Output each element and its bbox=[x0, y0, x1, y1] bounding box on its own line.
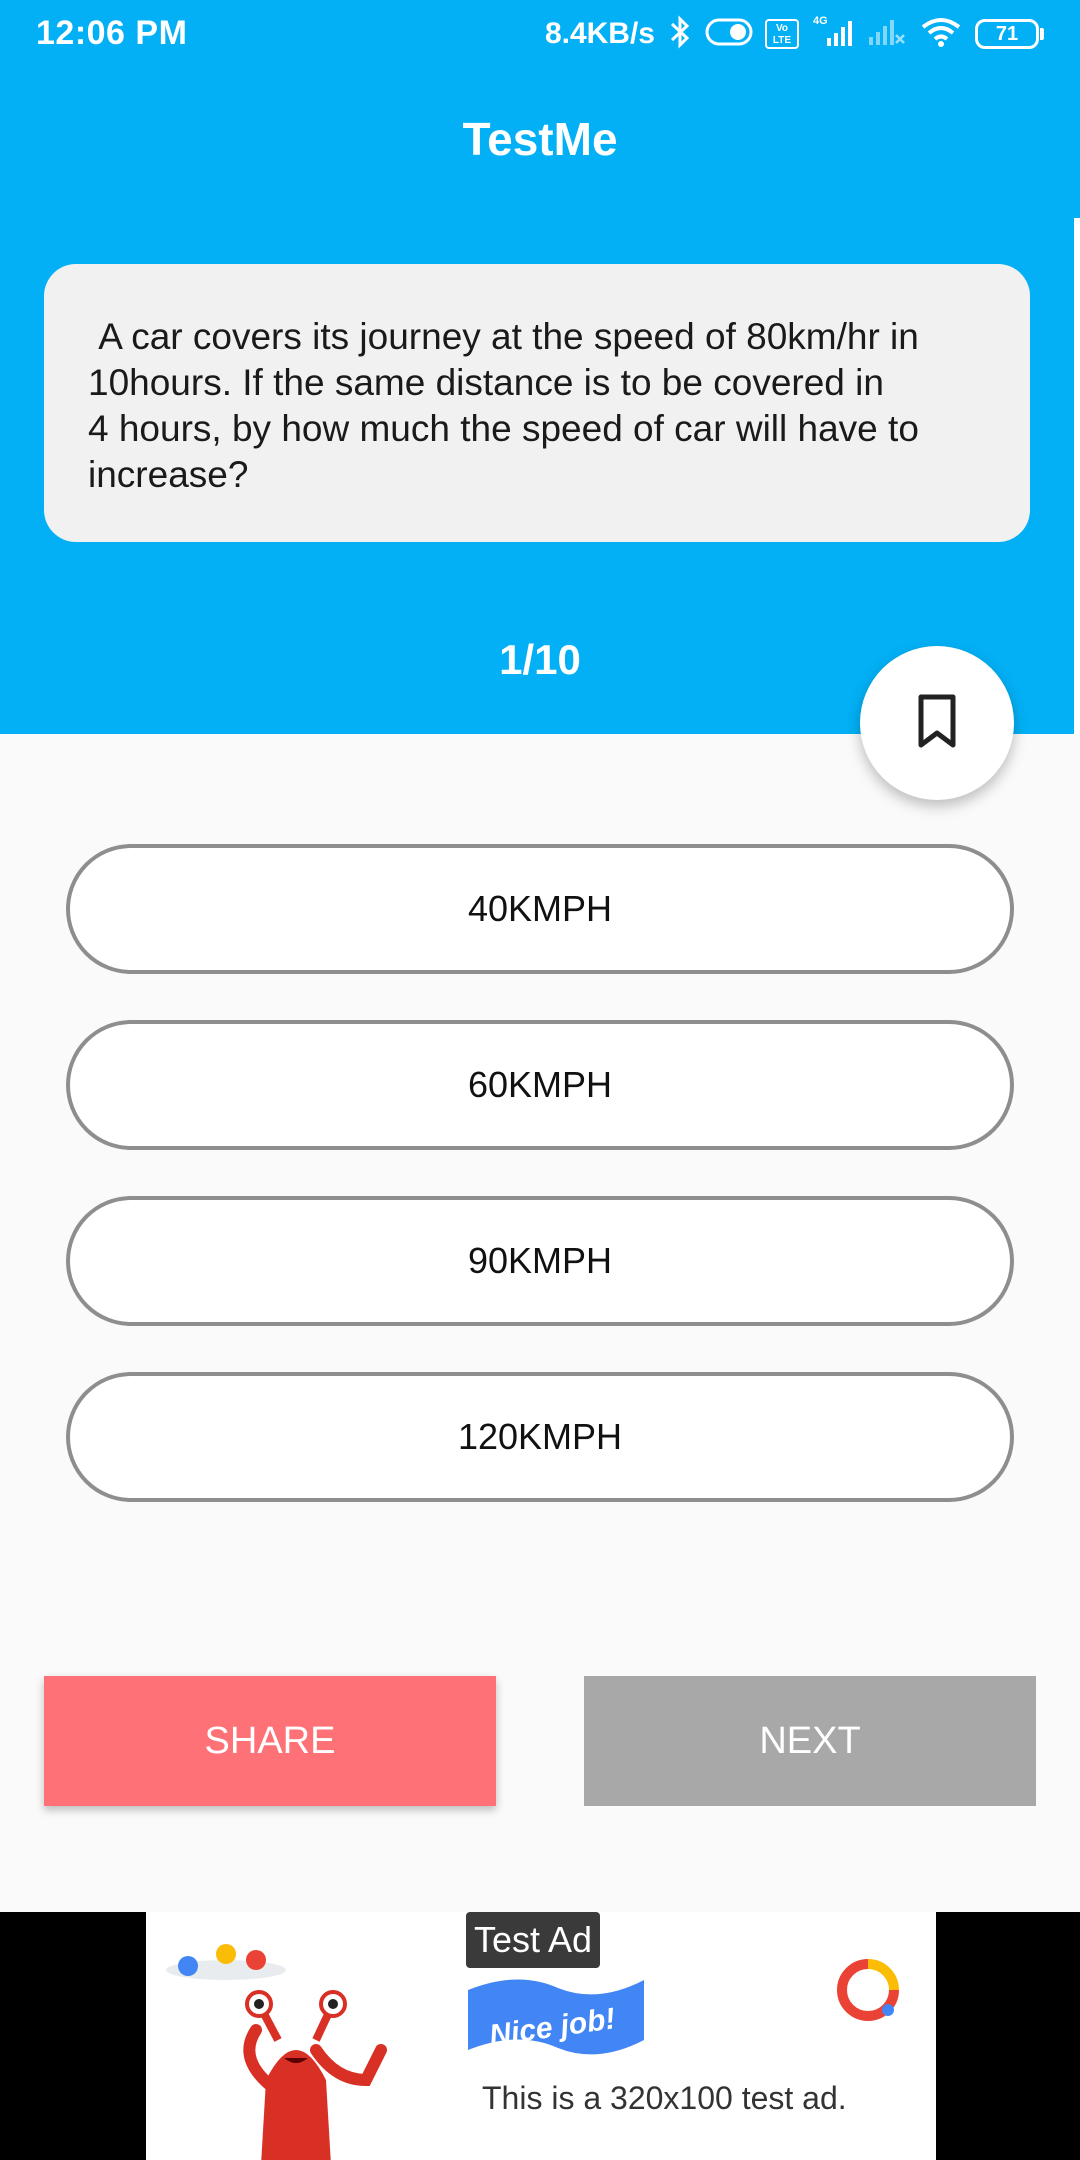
option-button[interactable]: 90KMPH bbox=[66, 1196, 1014, 1326]
bookmark-outline-icon bbox=[915, 693, 959, 754]
monster-illustration-icon bbox=[166, 1930, 466, 2160]
svg-text:4G: 4G bbox=[813, 15, 828, 27]
ad-area: Nice job! Test Ad This is a 320x100 test… bbox=[0, 1912, 1080, 2160]
screen: 12:06 PM 8.4KB/s Vo LTE 4G 71 TestMe A c… bbox=[0, 0, 1080, 2160]
question-text: A car covers its journey at the speed of… bbox=[88, 316, 919, 495]
app-title: TestMe bbox=[462, 113, 618, 165]
toggle-icon bbox=[705, 17, 753, 52]
signal-4g-icon: 4G bbox=[811, 14, 855, 55]
ad-banner[interactable]: Nice job! Test Ad This is a 320x100 test… bbox=[146, 1912, 936, 2160]
status-icons: 8.4KB/s Vo LTE 4G 71 bbox=[545, 12, 1044, 56]
option-button[interactable]: 120KMPH bbox=[66, 1372, 1014, 1502]
answer-options: 40KMPH 60KMPH 90KMPH 120KMPH bbox=[66, 844, 1014, 1548]
volte-icon: Vo LTE bbox=[765, 19, 799, 49]
ads-logo-icon bbox=[836, 1958, 900, 2027]
network-speed: 8.4KB/s bbox=[544, 17, 655, 50]
test-ad-label: Test Ad bbox=[466, 1912, 601, 1968]
signal-empty-icon bbox=[867, 15, 907, 54]
option-button[interactable]: 40KMPH bbox=[66, 844, 1014, 974]
bluetooth-icon bbox=[667, 14, 693, 54]
option-button[interactable]: 60KMPH bbox=[66, 1020, 1014, 1150]
battery-level: 71 bbox=[975, 19, 1039, 49]
status-time: 12:06 PM bbox=[36, 14, 188, 52]
question-card: A car covers its journey at the speed of… bbox=[44, 264, 1030, 542]
bookmark-button[interactable] bbox=[860, 646, 1014, 800]
header-area: 12:06 PM 8.4KB/s Vo LTE 4G 71 TestMe A c… bbox=[0, 0, 1080, 734]
next-button[interactable]: NEXT bbox=[584, 1676, 1036, 1806]
ad-body-text: This is a 320x100 test ad. bbox=[482, 2080, 847, 2116]
nice-job-flag-icon: Nice job! bbox=[458, 1960, 658, 2075]
scroll-indicator bbox=[1074, 218, 1080, 734]
battery-icon: 71 bbox=[975, 19, 1044, 49]
share-button[interactable]: SHARE bbox=[44, 1676, 496, 1806]
status-bar: 12:06 PM 8.4KB/s Vo LTE 4G 71 bbox=[0, 0, 1080, 66]
wifi-icon bbox=[919, 15, 963, 54]
